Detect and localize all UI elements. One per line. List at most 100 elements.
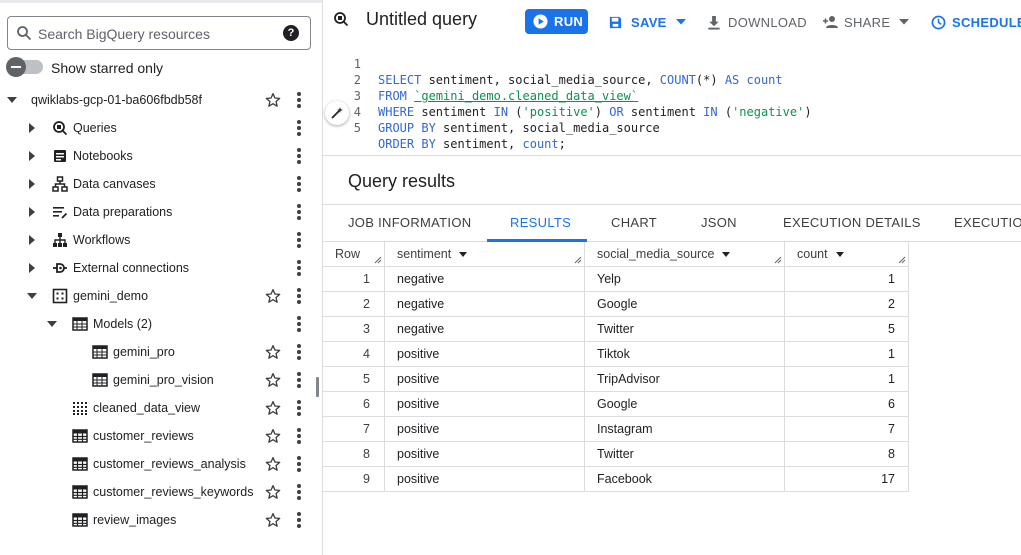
more-options-icon[interactable] [294, 484, 304, 500]
star-icon[interactable] [265, 344, 281, 360]
chevron-right-icon[interactable] [26, 178, 38, 190]
column-header-label: Row [335, 247, 361, 261]
row-number-cell: 9 [323, 467, 385, 492]
column-header[interactable]: count [785, 242, 909, 267]
schedule-button[interactable]: SCHEDULE [931, 10, 1021, 34]
tab-execution-graph[interactable]: EXECUTION [954, 215, 1021, 230]
sql-keyword: WHERE [378, 105, 415, 119]
column-header[interactable]: social_media_source [585, 242, 785, 267]
tree-model-item[interactable]: gemini_pro [0, 338, 320, 366]
more-options-icon[interactable] [294, 148, 304, 164]
sql-text: sentiment [414, 105, 494, 119]
chevron-right-icon[interactable] [26, 122, 38, 134]
tree-table-item[interactable]: customer_reviews [0, 422, 320, 450]
sentiment-cell: positive [385, 367, 585, 392]
column-header[interactable]: sentiment [385, 242, 585, 267]
tree-item-external-connections[interactable]: External connections [0, 254, 320, 282]
resize-grip-icon[interactable] [898, 256, 906, 264]
tree-table-item[interactable]: customer_reviews_analysis [0, 450, 320, 478]
chevron-right-icon[interactable] [26, 150, 38, 162]
count-cell: 7 [785, 417, 909, 442]
star-icon[interactable] [265, 456, 281, 472]
tab-results[interactable]: RESULTS [510, 215, 571, 230]
count-cell: 17 [785, 467, 909, 492]
more-options-icon[interactable] [294, 456, 304, 472]
more-options-icon[interactable] [294, 92, 304, 108]
more-options-icon[interactable] [294, 288, 304, 304]
more-options-icon[interactable] [294, 232, 304, 248]
results-tabs: JOB INFORMATION RESULTS CHART JSON EXECU… [323, 204, 1021, 242]
chevron-down-icon[interactable] [26, 290, 38, 302]
tree-table-item[interactable]: customer_reviews_keywords [0, 478, 320, 506]
tree-item-label: Queries [73, 121, 117, 135]
gemini-assist-button[interactable] [325, 101, 349, 125]
star-icon[interactable] [265, 372, 281, 388]
table-name: cleaned_data_view [93, 401, 201, 415]
save-button[interactable]: SAVE [608, 10, 686, 34]
more-options-icon[interactable] [294, 400, 304, 416]
more-options-icon[interactable] [294, 428, 304, 444]
query-title[interactable]: Untitled query [366, 9, 477, 30]
search-icon [16, 25, 32, 41]
star-icon[interactable] [265, 512, 281, 528]
tab-json[interactable]: JSON [701, 215, 737, 230]
share-button[interactable]: SHARE [822, 10, 910, 34]
run-button[interactable]: RUN [525, 9, 588, 34]
tab-execution-details[interactable]: EXECUTION DETAILS [783, 215, 921, 230]
tree-dataset-row[interactable]: gemini_demo [0, 282, 320, 310]
more-options-icon[interactable] [294, 344, 304, 360]
more-options-icon[interactable] [294, 120, 304, 136]
help-icon[interactable]: ? [283, 25, 299, 41]
more-options-icon[interactable] [294, 316, 304, 332]
more-options-icon[interactable] [294, 260, 304, 276]
star-icon[interactable] [265, 92, 281, 108]
query-icon [333, 11, 349, 27]
star-icon[interactable] [265, 288, 281, 304]
table-name: customer_reviews_analysis [93, 457, 246, 471]
more-options-icon[interactable] [294, 176, 304, 192]
sort-arrow-icon[interactable] [722, 252, 731, 258]
sql-table-reference[interactable]: `gemini_demo.cleaned_data_view` [414, 89, 638, 103]
chevron-right-icon[interactable] [26, 262, 38, 274]
more-options-icon[interactable] [294, 512, 304, 528]
resize-grip-icon[interactable] [574, 256, 582, 264]
download-button[interactable]: DOWNLOAD [707, 10, 807, 34]
tree-item-data-preparations[interactable]: Data preparations [0, 198, 320, 226]
star-icon[interactable] [265, 428, 281, 444]
source-cell: TripAdvisor [585, 367, 785, 392]
download-label: DOWNLOAD [728, 14, 807, 30]
tree-table-item[interactable]: cleaned_data_view [0, 394, 320, 422]
sort-arrow-icon[interactable] [459, 252, 468, 258]
schedule-label: SCHEDULE [952, 14, 1021, 30]
tab-chart[interactable]: CHART [611, 215, 657, 230]
star-icon[interactable] [265, 400, 281, 416]
more-options-icon[interactable] [294, 204, 304, 220]
star-icon[interactable] [265, 484, 281, 500]
chevron-down-icon[interactable] [6, 94, 18, 106]
chevron-right-icon[interactable] [26, 206, 38, 218]
sql-string: 'positive' [522, 105, 595, 119]
tab-job-information[interactable]: JOB INFORMATION [348, 215, 471, 230]
sentiment-cell: negative [385, 317, 585, 342]
tree-model-item[interactable]: gemini_pro_vision [0, 366, 320, 394]
tree-item-queries[interactable]: Queries [0, 114, 320, 142]
chevron-right-icon[interactable] [26, 234, 38, 246]
query-toolbar: Untitled query RUN SAVE DOWNLOAD SHARE S… [323, 0, 1021, 40]
sort-arrow-icon[interactable] [835, 252, 844, 258]
tree-project-row[interactable]: qwiklabs-gcp-01-ba606fbdb58f [0, 86, 320, 114]
tree-item-workflows[interactable]: Workflows [0, 226, 320, 254]
tree-item-notebooks[interactable]: Notebooks [0, 142, 320, 170]
toggle-knob[interactable] [6, 57, 26, 77]
row-number-cell: 8 [323, 442, 385, 467]
tree-models-folder[interactable]: Models (2) [0, 310, 320, 338]
more-options-icon[interactable] [294, 372, 304, 388]
tree-table-item[interactable]: review_images [0, 506, 320, 534]
search-input[interactable]: Search BigQuery resources ? [7, 16, 311, 50]
tree-item-data-canvases[interactable]: Data canvases [0, 170, 320, 198]
resize-grip-icon[interactable] [774, 256, 782, 264]
resize-grip-icon[interactable] [374, 256, 382, 264]
sql-keyword: IN [703, 105, 718, 119]
panel-resize-handle[interactable] [316, 377, 319, 397]
chevron-down-icon[interactable] [46, 318, 58, 330]
sql-editor[interactable]: 1 SELECT sentiment, social_media_source,… [323, 40, 1021, 156]
